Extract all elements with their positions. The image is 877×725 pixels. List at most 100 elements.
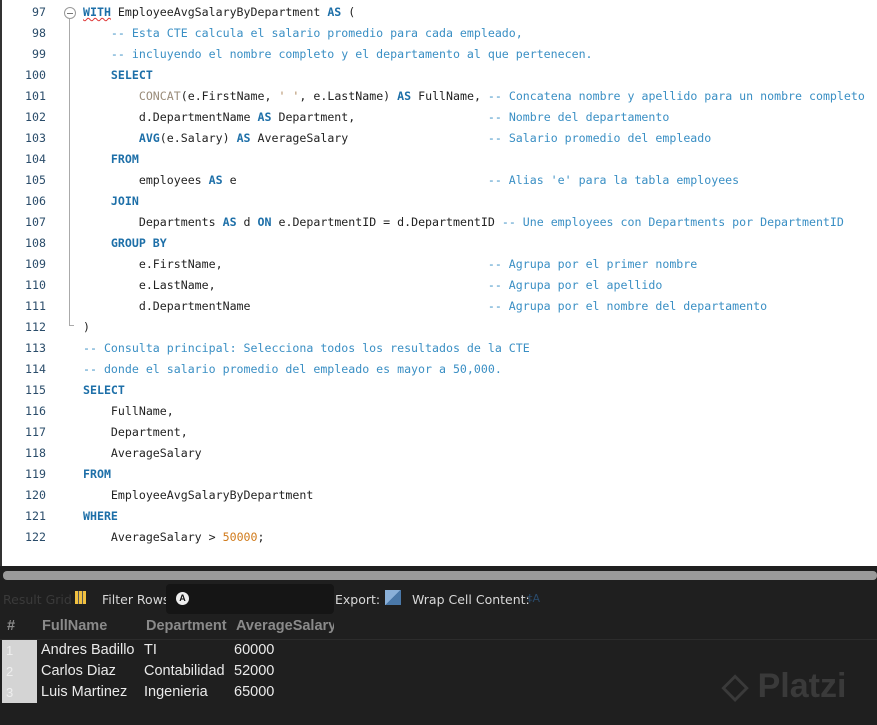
wrap-cell-content-icon[interactable]: ‡A (527, 592, 540, 605)
sql-text: ) (83, 320, 90, 334)
sql-text: , e.LastName) (299, 89, 398, 103)
line-number: 99 (32, 47, 46, 61)
sql-keyword: ON (257, 215, 272, 229)
line-number: 116 (25, 404, 46, 418)
sql-keyword: FROM (110, 152, 139, 166)
cell-department[interactable]: Ingenieria (144, 684, 208, 700)
code-line[interactable]: EmployeeAvgSalaryByDepartment (83, 488, 313, 502)
horizontal-scrollbar[interactable] (3, 571, 877, 580)
code-line[interactable]: Department, (83, 425, 188, 439)
column-header-department[interactable]: Department (146, 618, 227, 634)
sql-comment: -- incluyendo el nombre completo y el de… (83, 47, 593, 61)
cell-fullname[interactable]: Luis Martinez (41, 684, 127, 700)
code-line[interactable]: FROM (83, 152, 139, 166)
sql-keyword: AS (208, 173, 223, 187)
line-number: 107 (25, 215, 46, 229)
sql-text: FullName, (83, 404, 174, 418)
line-number: 97 (32, 5, 46, 19)
row-number[interactable]: 1 (2, 640, 37, 661)
sql-editor[interactable]: 97 WITH EmployeeAvgSalaryByDepartment AS … (0, 0, 877, 566)
header-divider (0, 639, 877, 640)
sql-keyword: AS (397, 89, 412, 103)
sql-text: e.FirstName, (83, 257, 488, 271)
code-line[interactable]: -- incluyendo el nombre completo y el de… (83, 47, 593, 61)
sql-text: d.DepartmentName (83, 110, 258, 124)
sql-keyword: GROUP BY (110, 236, 167, 250)
line-number: 117 (25, 425, 46, 439)
column-header-index[interactable]: # (7, 618, 15, 634)
sql-comment: -- donde el salario promedio del emplead… (83, 362, 502, 376)
code-line[interactable]: WITH EmployeeAvgSalaryByDepartment AS ( (83, 5, 355, 19)
code-line[interactable]: -- Consulta principal: Selecciona todos … (83, 341, 530, 355)
sql-text: e (222, 173, 488, 187)
sql-text: e.DepartmentID = d.DepartmentID (271, 215, 502, 229)
grid-icon[interactable] (75, 591, 86, 604)
code-line[interactable]: e.FirstName, -- Agrupa por el primer nom… (83, 257, 697, 271)
column-header-averagesalary[interactable]: AverageSalary (236, 618, 334, 634)
line-number: 105 (25, 173, 46, 187)
sql-text: Departments (83, 215, 223, 229)
code-line[interactable]: AverageSalary > 50000; (83, 530, 265, 544)
sql-text: AverageSalary > (83, 530, 223, 544)
code-line[interactable]: d.DepartmentName -- Agrupa por el nombre… (83, 299, 767, 313)
line-number: 113 (25, 341, 46, 355)
line-number: 101 (25, 89, 46, 103)
line-number: 100 (25, 68, 46, 82)
code-line[interactable]: CONCAT(e.FirstName, ' ', e.LastName) AS … (83, 89, 865, 103)
line-number: 122 (25, 530, 46, 544)
line-number: 108 (25, 236, 46, 250)
platzi-watermark: ◇ Platzi (722, 667, 847, 705)
sql-comment: -- Une employees con Departments por Dep… (501, 215, 844, 229)
code-line[interactable]: e.LastName, -- Agrupa por el apellido (83, 278, 663, 292)
code-line[interactable]: AverageSalary (83, 446, 202, 460)
code-line[interactable]: FROM (83, 467, 111, 481)
search-icon: A (176, 592, 189, 605)
row-number[interactable]: 3 (2, 682, 37, 703)
cell-averagesalary[interactable]: 65000 (234, 684, 274, 700)
sql-comment: -- Esta CTE calcula el salario promedio … (83, 26, 523, 40)
sql-comment: -- Concatena nombre y apellido para un n… (487, 89, 865, 103)
column-header-fullname[interactable]: FullName (42, 618, 107, 634)
result-grid-tab[interactable]: Result Grid (3, 592, 72, 607)
fold-collapse-icon[interactable] (64, 7, 76, 19)
filter-rows-input[interactable]: A (166, 584, 334, 614)
code-line[interactable]: employees AS e -- Alias 'e' para la tabl… (83, 173, 739, 187)
cell-averagesalary[interactable]: 60000 (234, 642, 274, 658)
cell-averagesalary[interactable]: 52000 (234, 663, 274, 679)
code-line[interactable]: AVG(e.Salary) AS AverageSalary -- Salari… (83, 131, 711, 145)
line-number: 106 (25, 194, 46, 208)
line-number: 104 (25, 152, 46, 166)
code-line[interactable]: JOIN (83, 194, 139, 208)
sql-keyword: SELECT (110, 68, 153, 82)
row-number[interactable]: 2 (2, 661, 37, 682)
wrap-cell-content-label: Wrap Cell Content: (412, 592, 530, 607)
export-icon[interactable] (385, 590, 401, 605)
code-line[interactable]: SELECT (83, 68, 153, 82)
sql-comment: -- Consulta principal: Selecciona todos … (83, 341, 530, 355)
code-line[interactable]: ) (83, 320, 90, 334)
code-line[interactable]: Departments AS d ON e.DepartmentID = d.D… (83, 215, 844, 229)
sql-text: d (236, 215, 258, 229)
line-number: 98 (32, 26, 46, 40)
code-line[interactable]: -- donde el salario promedio del emplead… (83, 362, 502, 376)
cell-department[interactable]: TI (144, 642, 157, 658)
cell-fullname[interactable]: Carlos Diaz (41, 663, 116, 679)
sql-text: (e.FirstName, (180, 89, 279, 103)
cell-department[interactable]: Contabilidad (144, 663, 225, 679)
code-line[interactable]: d.DepartmentName AS Department, -- Nombr… (83, 110, 670, 124)
sql-keyword: JOIN (110, 194, 139, 208)
code-line[interactable]: WHERE (83, 509, 118, 523)
sql-text: EmployeeAvgSalaryByDepartment (110, 5, 328, 19)
line-number: 114 (25, 362, 46, 376)
code-line[interactable]: FullName, (83, 404, 174, 418)
code-line[interactable]: GROUP BY (83, 236, 167, 250)
code-line[interactable]: -- Esta CTE calcula el salario promedio … (83, 26, 523, 40)
line-number: 112 (25, 320, 46, 334)
code-line[interactable]: SELECT (83, 383, 125, 397)
cell-fullname[interactable]: Andres Badillo (41, 642, 135, 658)
